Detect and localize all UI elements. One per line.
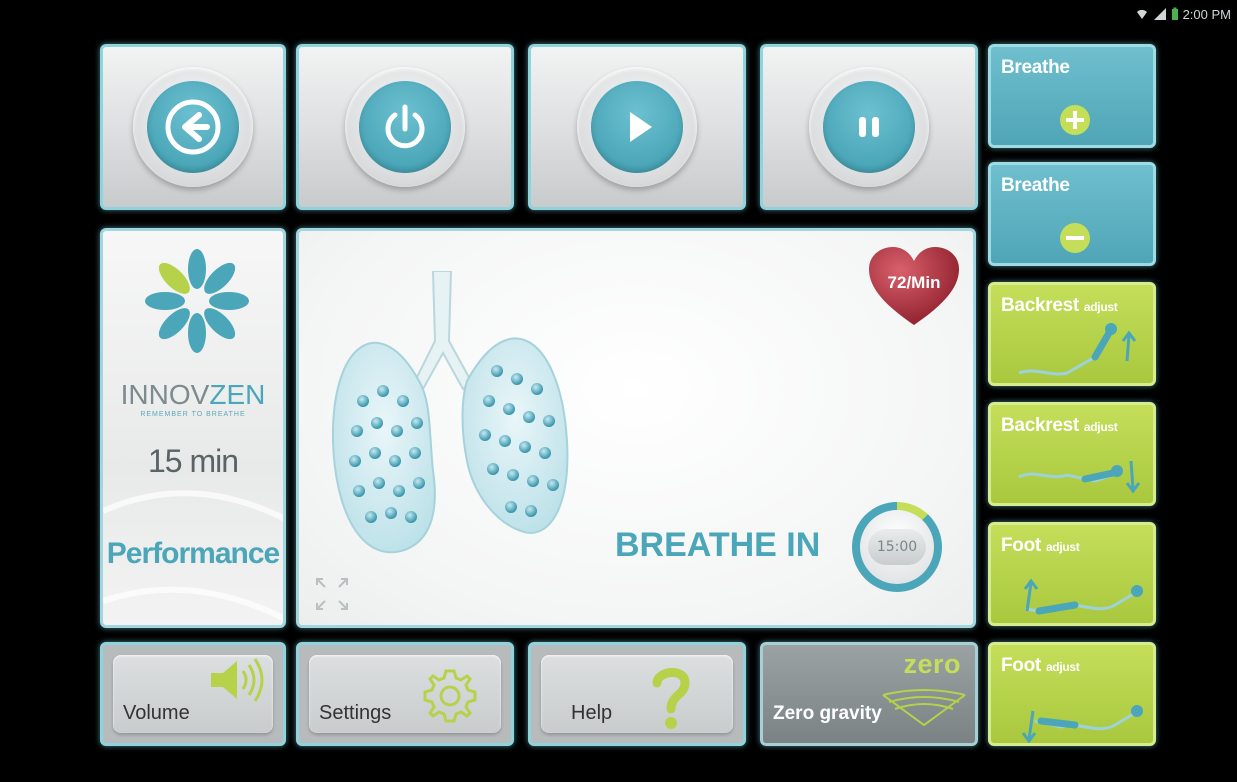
flower-logo-icon: [145, 249, 249, 353]
foot-down-icon: [1021, 705, 1143, 743]
status-bar: 2:00 PM: [1135, 4, 1231, 24]
backrest-up-icon: [1018, 323, 1137, 376]
volume-label: Volume: [123, 702, 190, 724]
breathe-plus-button[interactable]: Breathe: [988, 44, 1156, 148]
zero-gravity-button[interactable]: zero Zero gravity: [760, 642, 978, 746]
breathe-minus-button[interactable]: Breathe: [988, 162, 1156, 266]
timer-value: 15:00: [868, 529, 926, 565]
foot-up-button[interactable]: Foot adjust: [988, 522, 1156, 626]
settings-label: Settings: [319, 702, 392, 724]
status-time: 2:00 PM: [1182, 6, 1231, 22]
fullscreen-icon[interactable]: [313, 575, 351, 613]
question-mark-icon: [652, 668, 690, 729]
back-button[interactable]: [100, 44, 286, 210]
backrest-down-icon: [1018, 460, 1141, 494]
session-timer: 15:00: [852, 502, 942, 592]
brand-name: INNOVZEN: [120, 379, 266, 410]
signal-icon: [1153, 8, 1166, 20]
arrow-left-icon: [165, 99, 221, 155]
power-icon: [385, 104, 425, 149]
minus-icon: [1060, 223, 1090, 253]
help-button[interactable]: Help: [528, 642, 746, 746]
zero-gravity-label: Zero gravity: [773, 703, 882, 724]
volume-button[interactable]: Volume: [100, 642, 286, 746]
speaker-icon: [211, 658, 264, 702]
brand-tagline: REMEMBER TO BREATHE: [140, 411, 246, 418]
wifi-icon: [1136, 9, 1147, 19]
session-duration: 15 min: [147, 443, 239, 479]
gear-icon: [423, 669, 477, 723]
play-icon: [630, 112, 652, 142]
breathing-instruction: BREATHE IN: [615, 526, 821, 564]
zero-gravity-icon: [882, 689, 966, 727]
power-button[interactable]: [296, 44, 514, 210]
zero-word: zero: [903, 649, 961, 679]
backrest-up-button[interactable]: Backrest adjust: [988, 282, 1156, 386]
brand-panel: INNOVZEN REMEMBER TO BREATHE 15 min Perf…: [100, 228, 286, 628]
plus-icon: [1060, 105, 1090, 135]
pause-icon: [859, 117, 879, 137]
breathing-display: 72/Min BREATHE IN 15:00: [296, 228, 976, 628]
mode-label: Performance: [106, 537, 280, 570]
pause-button[interactable]: [760, 44, 978, 210]
battery-icon: [1171, 7, 1178, 20]
foot-up-icon: [1023, 578, 1143, 615]
foot-down-button[interactable]: Foot adjust: [988, 642, 1156, 746]
heart-rate: 72/Min: [887, 273, 941, 292]
play-button[interactable]: [528, 44, 746, 210]
lungs-icon: [331, 271, 569, 554]
settings-button[interactable]: Settings: [296, 642, 514, 746]
help-label: Help: [571, 702, 613, 724]
backrest-down-button[interactable]: Backrest adjust: [988, 402, 1156, 506]
